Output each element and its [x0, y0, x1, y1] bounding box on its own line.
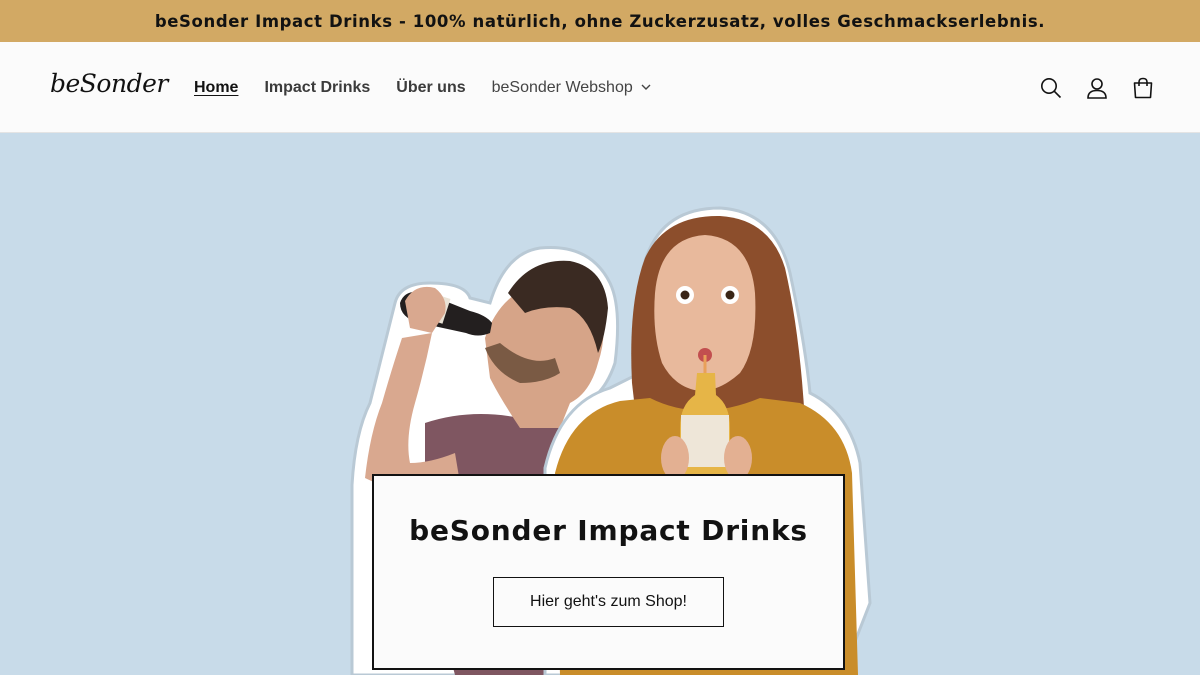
chevron-down-icon: [641, 84, 651, 90]
nav-webshop-dropdown[interactable]: beSonder Webshop: [492, 79, 651, 97]
site-header: beSonder Home Impact Drinks Über uns beS…: [0, 42, 1200, 133]
cart-icon[interactable]: [1130, 75, 1156, 101]
hero-content-box: beSonder Impact Drinks Hier geht's zum S…: [372, 474, 845, 670]
nav-webshop-label: beSonder Webshop: [491, 78, 633, 96]
header-icons: [1018, 75, 1156, 101]
logo-text: beSonder: [50, 69, 168, 98]
nav-about[interactable]: Über uns: [396, 79, 465, 97]
announcement-bar: beSonder Impact Drinks - 100% natürlich,…: [0, 0, 1200, 42]
hero-title: beSonder Impact Drinks: [409, 514, 808, 547]
search-icon[interactable]: [1038, 75, 1064, 101]
shop-button[interactable]: Hier geht's zum Shop!: [493, 577, 724, 627]
hero-section: beSonder Impact Drinks Hier geht's zum S…: [0, 133, 1200, 675]
nav-home[interactable]: Home: [194, 79, 238, 97]
logo[interactable]: beSonder: [50, 65, 168, 111]
nav-impact-drinks[interactable]: Impact Drinks: [264, 79, 370, 97]
announcement-text: beSonder Impact Drinks - 100% natürlich,…: [154, 11, 1046, 31]
account-icon[interactable]: [1084, 75, 1110, 101]
main-nav: Home Impact Drinks Über uns beSonder Web…: [194, 42, 677, 133]
